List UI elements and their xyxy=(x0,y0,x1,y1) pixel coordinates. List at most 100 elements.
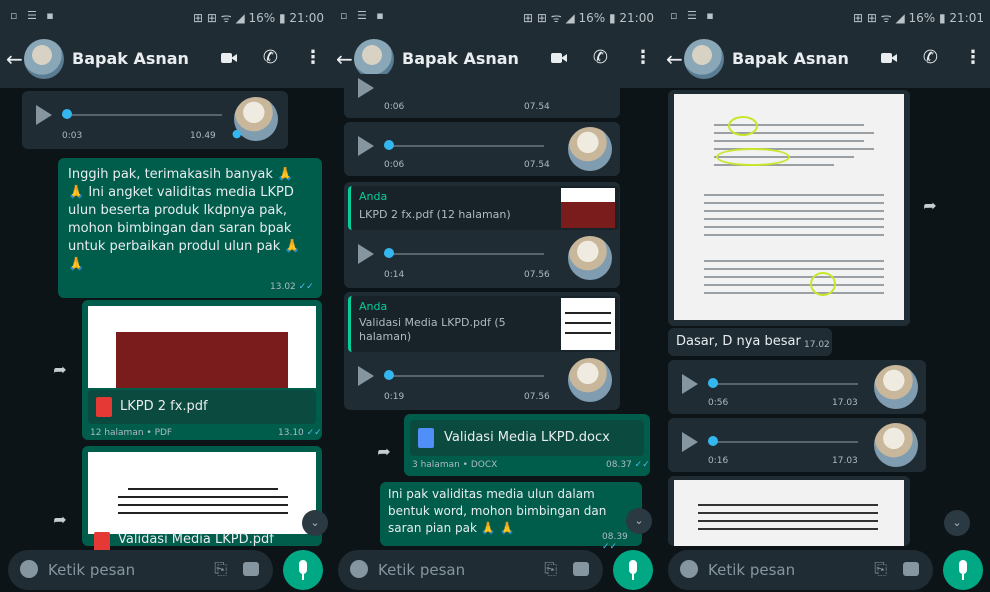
document-photo[interactable] xyxy=(674,94,904,320)
outgoing-file-message[interactable]: Validasi Media LKPD.pdf xyxy=(82,446,322,552)
scroll-down-icon[interactable]: ⌄ xyxy=(302,510,328,536)
audio-progress[interactable] xyxy=(384,145,544,147)
audio-message[interactable]: 0:06 07.54 xyxy=(344,74,620,118)
video-call-icon[interactable] xyxy=(220,52,237,64)
avatar[interactable] xyxy=(24,39,64,79)
audio-progress[interactable] xyxy=(708,441,858,443)
audio-progress[interactable] xyxy=(62,114,222,116)
outgoing-file-message[interactable]: LKPD 2 fx.pdf 12 halaman • PDF 13.10 ✓✓ xyxy=(82,300,322,440)
audio-reply-message[interactable]: Anda LKPD 2 fx.pdf (12 halaman) 0:14 07.… xyxy=(344,182,620,288)
attach-icon[interactable]: ⎘ xyxy=(874,559,887,579)
pdf-preview[interactable] xyxy=(88,306,316,388)
message-list[interactable]: 0:06 07.54 0:06 07.54 Anda LKPD 2 fx.pdf… xyxy=(330,74,660,552)
sender-avatar xyxy=(874,365,918,409)
forward-icon[interactable]: ➦ xyxy=(46,356,74,384)
audio-scrubber[interactable] xyxy=(384,140,394,150)
video-call-icon[interactable] xyxy=(550,52,567,64)
audio-scrubber[interactable] xyxy=(708,436,718,446)
back-arrow-icon[interactable]: ← xyxy=(666,47,683,71)
play-icon[interactable] xyxy=(358,78,374,98)
avatar[interactable] xyxy=(354,39,394,79)
mic-icon: ● xyxy=(232,127,242,140)
highlight-mark xyxy=(810,272,836,296)
sender-avatar xyxy=(874,423,918,467)
more-options-icon[interactable]: ⋮ xyxy=(634,47,652,68)
audio-scrubber[interactable] xyxy=(62,109,72,119)
mic-button[interactable] xyxy=(283,550,323,590)
incoming-text-message[interactable]: Dasar, D nya besar 17.02 xyxy=(668,328,832,356)
back-arrow-icon[interactable]: ← xyxy=(336,47,353,71)
audio-message[interactable]: 0:56 17.03 xyxy=(668,360,926,414)
message-input[interactable]: Ketik pesan ⎘ xyxy=(8,550,273,590)
forward-icon[interactable]: ➦ xyxy=(46,506,74,534)
play-icon[interactable] xyxy=(358,366,374,386)
more-options-icon[interactable]: ⋮ xyxy=(964,47,982,68)
play-icon[interactable] xyxy=(682,432,698,452)
mic-button[interactable] xyxy=(943,550,983,590)
camera-icon[interactable] xyxy=(573,562,589,576)
emoji-icon[interactable] xyxy=(350,560,368,578)
highlight-mark xyxy=(716,148,790,166)
camera-icon[interactable] xyxy=(243,562,259,576)
contact-name[interactable]: Bapak Asnan xyxy=(72,49,189,68)
play-icon[interactable] xyxy=(682,374,698,394)
contact-name[interactable]: Bapak Asnan xyxy=(732,49,849,68)
audio-message[interactable]: 0:06 07.54 xyxy=(344,122,620,176)
message-list[interactable]: ➦ Dasar, D nya besar 17.02 0:56 17.03 0:… xyxy=(660,88,990,546)
audio-progress[interactable] xyxy=(708,383,858,385)
pdf-file-icon xyxy=(96,397,112,417)
emoji-icon[interactable] xyxy=(680,560,698,578)
audio-message[interactable]: 0:16 17.03 xyxy=(668,418,926,472)
camera-icon[interactable] xyxy=(903,562,919,576)
sender-avatar xyxy=(568,358,612,402)
audio-message[interactable]: 0:03 10.49 ● xyxy=(22,91,288,149)
emoji-icon[interactable] xyxy=(20,560,38,578)
image-message[interactable] xyxy=(668,476,910,546)
chat-panel-1: ▫ ☰ ▪ ⊞ ⊞ ᯤ ◢ 16% ▮ 21:00 ← Bapak Asnan … xyxy=(0,0,330,592)
sender-avatar xyxy=(568,127,612,171)
outgoing-document-message[interactable]: Validasi Media LKPD.docx 3 halaman • DOC… xyxy=(404,414,650,476)
status-bar: ▫ ☰ ▪ ⊞ ⊞ ᯤ ◢ 16% ▮ 21:01 xyxy=(660,0,990,32)
attach-icon[interactable]: ⎘ xyxy=(214,559,227,579)
mic-button[interactable] xyxy=(613,550,653,590)
more-options-icon[interactable]: ⋮ xyxy=(304,47,322,68)
quoted-file[interactable]: Anda Validasi Media LKPD.pdf (5 halaman) xyxy=(348,296,619,352)
audio-scrubber[interactable] xyxy=(384,248,394,258)
forward-icon[interactable]: ➦ xyxy=(916,192,944,220)
play-icon[interactable] xyxy=(36,105,52,125)
video-call-icon[interactable] xyxy=(880,52,897,64)
scroll-down-icon[interactable]: ⌄ xyxy=(944,510,970,536)
image-message[interactable] xyxy=(668,90,910,326)
status-bar: ▫ ☰ ▪ ⊞ ⊞ ᯤ ◢ 16% ▮ 21:00 xyxy=(0,0,330,32)
document-photo[interactable] xyxy=(674,480,904,546)
quoted-file[interactable]: Anda LKPD 2 fx.pdf (12 halaman) xyxy=(348,186,619,230)
message-input[interactable]: Ketik pesan ⎘ xyxy=(338,550,603,590)
chat-header: ← Bapak Asnan ✆ ⋮ xyxy=(660,32,990,88)
attach-icon[interactable]: ⎘ xyxy=(544,559,557,579)
audio-reply-message[interactable]: Anda Validasi Media LKPD.pdf (5 halaman)… xyxy=(344,292,620,410)
outgoing-text-message[interactable]: Ini pak validitas media ulun dalam bentu… xyxy=(380,482,642,552)
avatar[interactable] xyxy=(684,39,724,79)
outgoing-text-message[interactable]: Inggih pak, terimakasih banyak 🙏 🙏 Ini a… xyxy=(58,158,322,298)
audio-progress[interactable] xyxy=(384,253,544,255)
pdf-preview[interactable] xyxy=(88,452,316,534)
phone-icon[interactable]: ✆ xyxy=(593,47,608,68)
contact-name[interactable]: Bapak Asnan xyxy=(402,49,519,68)
phone-icon[interactable]: ✆ xyxy=(923,47,938,68)
highlight-mark xyxy=(728,116,758,136)
play-icon[interactable] xyxy=(358,136,374,156)
message-input[interactable]: Ketik pesan ⎘ xyxy=(668,550,933,590)
phone-icon[interactable]: ✆ xyxy=(263,47,278,68)
play-icon[interactable] xyxy=(358,244,374,264)
chat-header: ← Bapak Asnan ✆ ⋮ xyxy=(0,32,330,88)
forward-icon[interactable]: ➦ xyxy=(370,438,398,466)
docx-file-icon xyxy=(418,428,434,448)
scroll-down-icon[interactable]: ⌄ xyxy=(626,508,652,534)
audio-progress[interactable] xyxy=(384,375,544,377)
message-list[interactable]: 0:03 10.49 ● Inggih pak, terimakasih ban… xyxy=(0,88,330,552)
status-bar: ▫ ☰ ▪ ⊞ ⊞ ᯤ ◢ 16% ▮ 21:00 xyxy=(330,0,660,32)
audio-scrubber[interactable] xyxy=(708,378,718,388)
back-arrow-icon[interactable]: ← xyxy=(6,47,23,71)
audio-scrubber[interactable] xyxy=(384,370,394,380)
sender-avatar xyxy=(568,236,612,280)
